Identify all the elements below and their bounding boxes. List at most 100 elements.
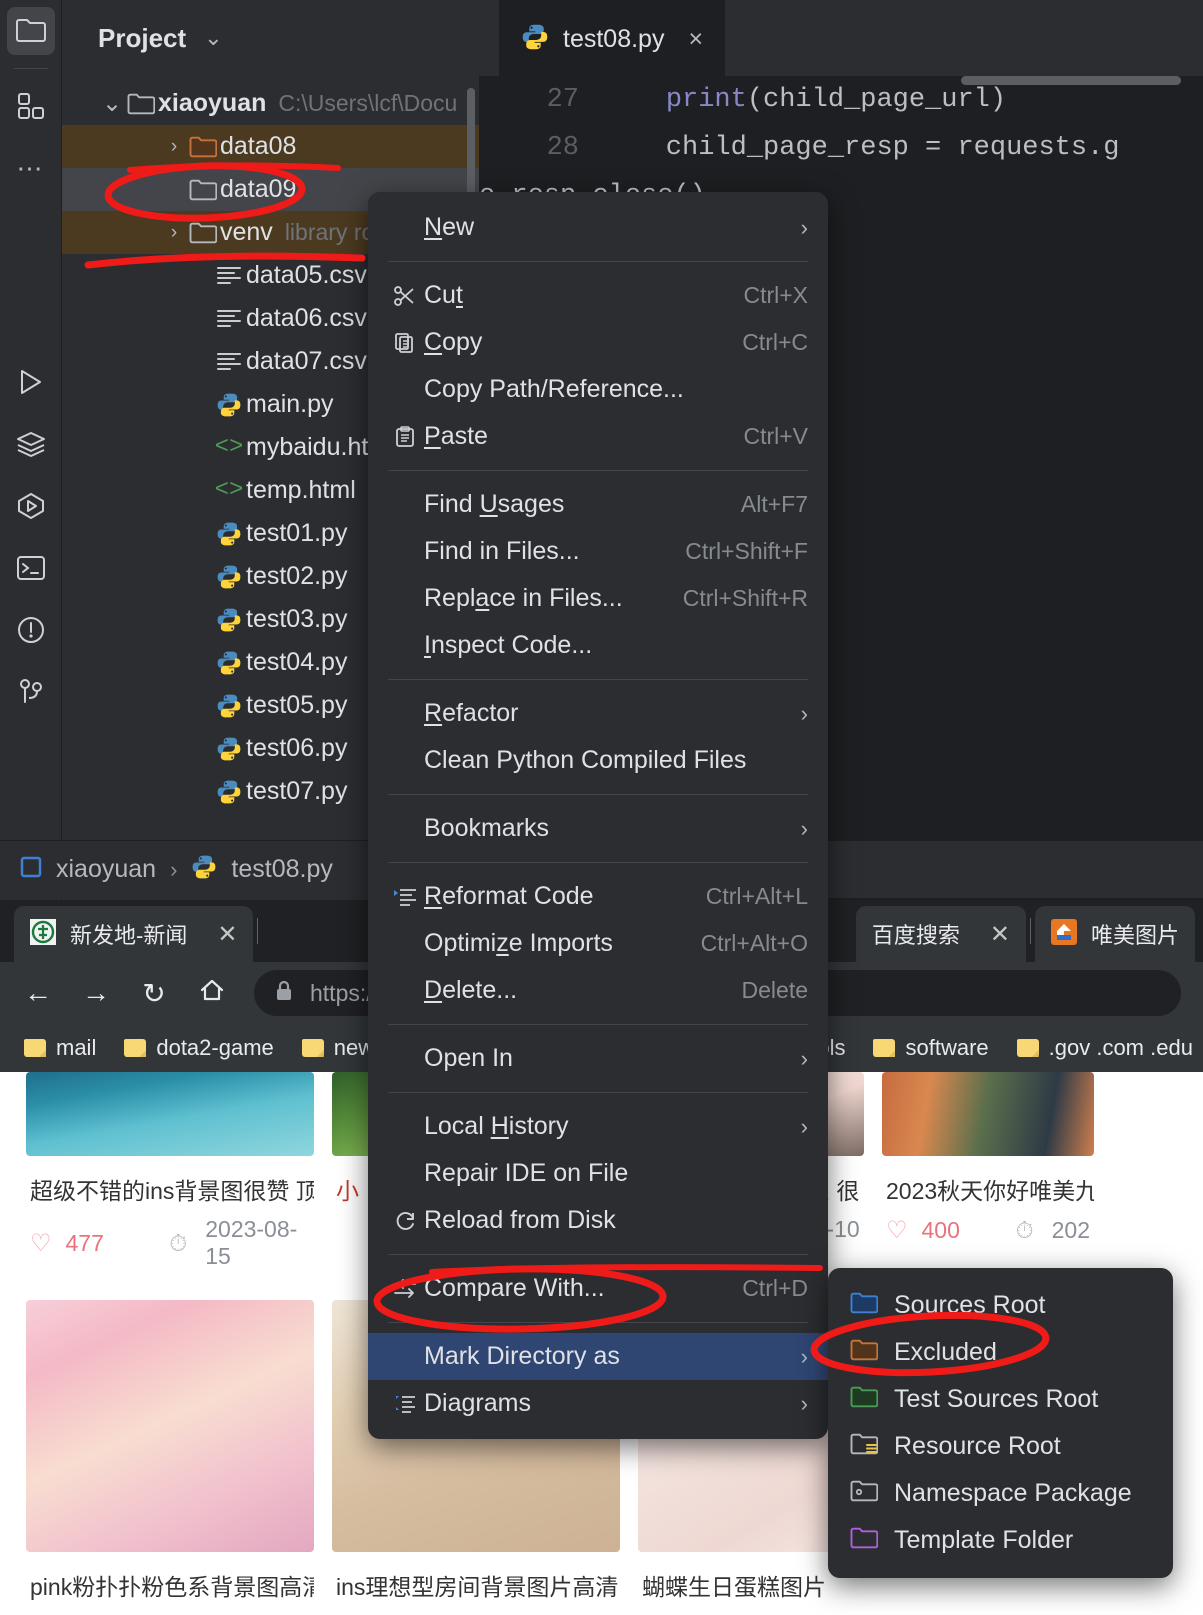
menu-item-find-in-files[interactable]: Find in Files... Ctrl+Shift+F [368,528,828,575]
menu-item-refactor[interactable]: Refactor › [368,690,828,737]
menu-item-inspect-code[interactable]: Inspect Code... [368,622,828,669]
tree-node-label: data07.csv [246,347,367,375]
context-menu[interactable]: New › Cut Ctrl+X Copy Ctrl+C Copy Path/Referen… [368,192,828,1439]
bookmark-mail[interactable]: mail [14,1031,106,1065]
card-caption[interactable]: ins理想型房间背景图片高清 [332,1552,620,1612]
chevron-right-icon[interactable]: › [162,136,186,158]
back-icon[interactable]: ← [22,977,54,1009]
menu-item-repair-ide-on-file[interactable]: Repair IDE on File [368,1150,828,1197]
menu-item-delete[interactable]: Delete... Delete [368,967,828,1014]
bookmark--gov--com--edu[interactable]: .gov .com .edu [1007,1031,1203,1065]
grid-card[interactable]: 超级不错的ins背景图很赞 顶 ♡ 477 ⏱ 2023-08-15 [26,1072,314,1282]
menu-item-paste[interactable]: Paste Ctrl+V [368,413,828,460]
chevron-down-icon[interactable]: ⌄ [204,25,222,51]
card-thumbnail[interactable] [26,1072,314,1156]
card-thumbnail[interactable] [26,1300,314,1552]
browser-tab-0[interactable]: 新发地-新闻 ✕ [14,906,254,962]
more-icon: ⋯ [16,153,46,183]
menu-item-shortcut: Ctrl+D [742,1275,808,1301]
close-icon[interactable]: × [688,25,703,54]
menu-item-label: Cut [424,281,463,309]
menu-item-bookmarks[interactable]: Bookmarks › [368,805,828,852]
rail-run-button[interactable] [0,351,62,413]
code-line: 27 print(child_page_url) [479,76,1203,124]
close-icon[interactable]: ✕ [217,920,237,949]
submenu-item-sources-root[interactable]: Sources Root [828,1282,1173,1329]
rail-python-console-button[interactable] [0,475,62,537]
rail-more-button[interactable]: ⋯ [0,137,62,199]
menu-item-diagrams[interactable]: Diagrams › [368,1380,828,1427]
menu-item-copy[interactable]: Copy Ctrl+C [368,319,828,366]
menu-separator [388,1322,808,1323]
home-icon[interactable] [196,977,228,1010]
card-caption[interactable]: 超级不错的ins背景图很赞 顶 [26,1156,314,1216]
folder-resource-root-icon [850,1432,879,1461]
rail-problems-button[interactable] [0,599,62,661]
python-file-icon [212,607,246,633]
lock-icon[interactable] [274,980,294,1007]
menu-item-new[interactable]: New › [368,204,828,251]
tree-node-xiaoyuan[interactable]: ⌄ xiaoyuan C:\Users\lcf\Docu [62,82,479,125]
submenu-item-namespace-package[interactable]: Namespace Package [828,1470,1173,1517]
tree-node-sublabel: C:\Users\lcf\Docu [278,90,458,116]
rail-terminal-button[interactable] [0,537,62,599]
menu-item-compare-with[interactable]: Compare With... Ctrl+D [368,1265,828,1312]
chevron-down-icon[interactable]: ⌄ [100,89,124,118]
submenu-item-test-sources-root[interactable]: Test Sources Root [828,1376,1173,1423]
menu-item-reformat-code[interactable]: Reformat Code Ctrl+Alt+L [368,873,828,920]
browser-tab-title: 新发地-新闻 [70,923,188,948]
browser-tab-2[interactable]: 唯美图片 [1034,906,1195,962]
menu-item-label: New [424,213,475,241]
weimei-logo-icon [1050,918,1077,950]
menu-item-label: Local History [424,1112,569,1140]
browser-tab-title: 百度搜索 [871,923,960,948]
bookmark-dota2-game[interactable]: dota2-game [114,1031,283,1065]
tree-node-label: test01.py [246,519,348,547]
bookmark-software[interactable]: software [863,1031,998,1065]
menu-item-label: Replace in Files... [424,584,623,612]
scissors-icon [386,285,424,307]
breadcrumb-file[interactable]: test08.py [231,855,332,884]
chevron-right-icon[interactable]: › [162,222,186,244]
submenu-item-template-folder[interactable]: Template Folder [828,1517,1173,1564]
card-caption[interactable]: 2023秋天你好唯美九 [882,1156,1094,1216]
tree-node-label: test02.py [246,562,348,590]
submenu-item-excluded[interactable]: Excluded [828,1329,1173,1376]
rail-structure-button[interactable] [0,75,62,137]
breadcrumb-project[interactable]: xiaoyuan [56,855,156,884]
menu-item-reload-from-disk[interactable]: Reload from Disk [368,1197,828,1244]
grid-card[interactable]: pink粉扑扑粉色系背景图高清 ♡ [26,1300,314,1615]
menu-item-cut[interactable]: Cut Ctrl+X [368,272,828,319]
project-header[interactable]: Project ⌄ [62,0,479,76]
folder-icon [873,1039,896,1057]
rail-version-control-button[interactable] [0,661,62,723]
menu-item-open-in[interactable]: Open In › [368,1035,828,1082]
rail-services-button[interactable] [0,413,62,475]
menu-item-mark-directory-as[interactable]: Mark Directory as › [368,1333,828,1380]
mark-directory-as-submenu[interactable]: Sources Root Excluded Test Sources Root Res… [828,1268,1173,1578]
structure-icon [7,82,55,130]
menu-item-clean-python-compiled-files[interactable]: Clean Python Compiled Files [368,737,828,784]
menu-item-copy-path-reference[interactable]: Copy Path/Reference... [368,366,828,413]
menu-item-replace-in-files[interactable]: Replace in Files... Ctrl+Shift+R [368,575,828,622]
grid-card[interactable]: 2023秋天你好唯美九 ♡ 400 ⏱ 202 [882,1072,1094,1282]
submenu-item-label: Excluded [894,1338,997,1366]
csv-file-icon [212,307,246,331]
close-icon[interactable]: ✕ [990,920,1010,949]
editor-tab-test08[interactable]: test08.py × [499,0,726,76]
folder-icon [186,178,220,202]
submenu-item-resource-root[interactable]: Resource Root [828,1423,1173,1470]
code-text: print(child_page_url) [665,85,1007,115]
browser-tab-1[interactable]: 百度搜索 ✕ [855,906,1026,962]
card-thumbnail[interactable] [882,1072,1094,1156]
menu-item-optimize-imports[interactable]: Optimize Imports Ctrl+Alt+O [368,920,828,967]
menu-item-find-usages[interactable]: Find Usages Alt+F7 [368,481,828,528]
reload-icon[interactable]: ↻ [138,977,170,1010]
rail-project-button[interactable] [0,0,62,62]
tree-node-data08[interactable]: › data08 [62,125,479,168]
menu-item-local-history[interactable]: Local History › [368,1103,828,1150]
card-caption[interactable]: pink粉扑扑粉色系背景图高清 [26,1552,314,1612]
forward-icon[interactable]: → [80,977,112,1009]
folder-excluded-icon [850,1338,879,1367]
project-folder-icon [7,7,55,55]
